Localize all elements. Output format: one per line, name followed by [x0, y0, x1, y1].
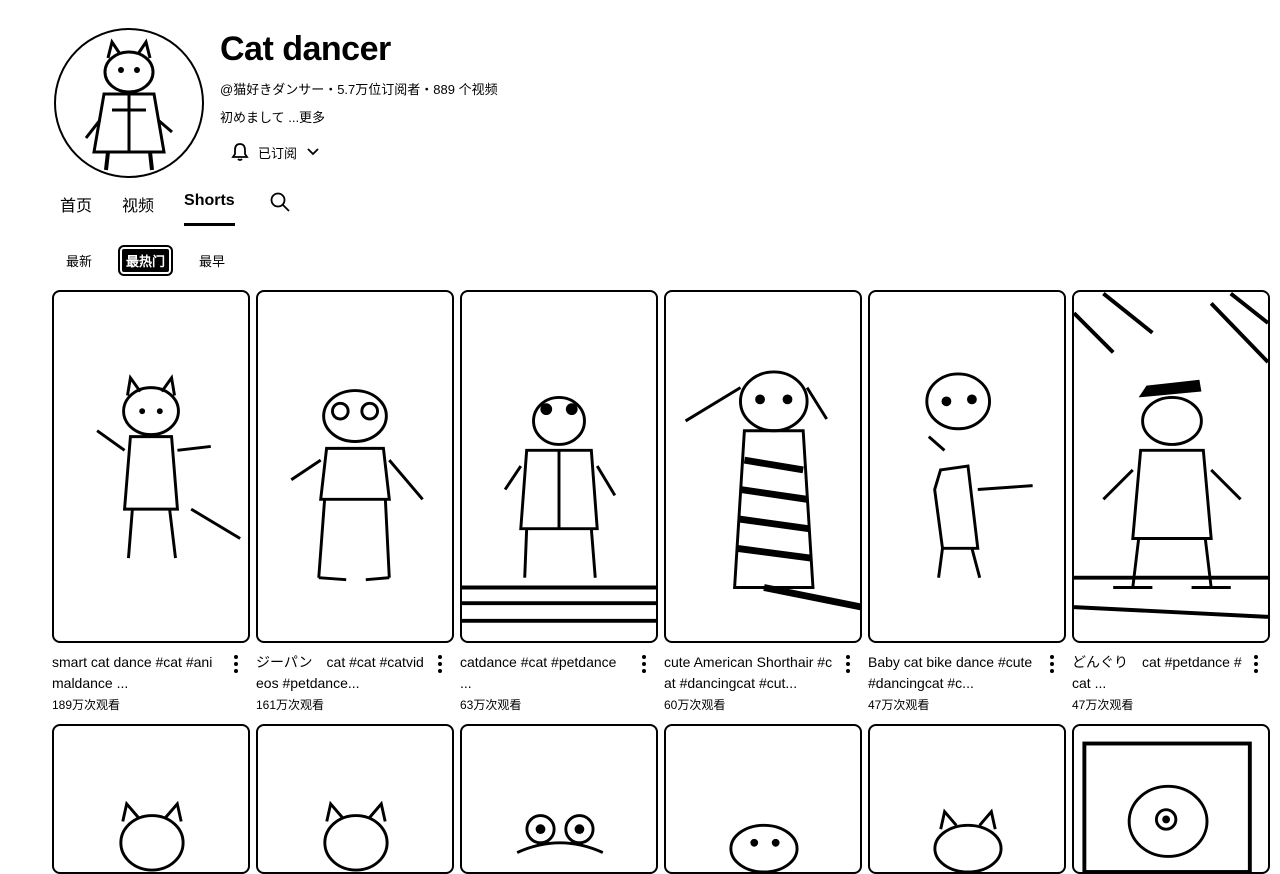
- short-card: [256, 724, 454, 874]
- short-title[interactable]: cute American Shorthair #cat #dancingcat…: [664, 652, 834, 694]
- short-views: 60万次观看: [664, 698, 726, 712]
- short-card: Baby cat bike dance #cute #dancingcat #c…: [868, 290, 1066, 714]
- short-card: [460, 724, 658, 874]
- short-views: 189万次观看: [52, 698, 121, 712]
- short-thumbnail[interactable]: [868, 724, 1066, 874]
- chevron-down-icon: [305, 144, 321, 160]
- tab-shorts[interactable]: Shorts: [184, 192, 235, 226]
- short-thumbnail[interactable]: [52, 724, 250, 874]
- short-card: catdance #cat #petdance ... 63万次观看: [460, 290, 658, 714]
- more-options-icon[interactable]: [636, 652, 652, 676]
- sort-chips: 最新 最热门 最早: [60, 245, 251, 276]
- short-card: [868, 724, 1066, 874]
- chip-popular[interactable]: 最热门: [118, 245, 174, 276]
- short-thumbnail[interactable]: [256, 290, 454, 643]
- tab-home[interactable]: 首页: [60, 192, 92, 226]
- short-title[interactable]: ジーパン cat #cat #catvideos #petdance...: [256, 652, 426, 694]
- channel-title: Cat dancer: [220, 30, 391, 68]
- more-options-icon[interactable]: [1044, 652, 1060, 676]
- subscribe-button[interactable]: 已订阅: [226, 138, 325, 166]
- short-card: どんぐり cat #petdance #cat ... 47万次观看: [1072, 290, 1270, 714]
- channel-avatar[interactable]: [54, 28, 204, 178]
- short-card: [664, 724, 862, 874]
- short-thumbnail[interactable]: [256, 724, 454, 874]
- short-views: 47万次观看: [868, 698, 930, 712]
- more-options-icon[interactable]: [840, 652, 856, 676]
- bell-icon: [230, 142, 250, 162]
- more-options-icon[interactable]: [432, 652, 448, 676]
- chip-oldest[interactable]: 最早: [193, 247, 231, 274]
- channel-description[interactable]: 初めまして ...更多: [220, 107, 325, 126]
- channel-tabs: 首页 视频 Shorts: [60, 192, 291, 228]
- short-title[interactable]: どんぐり cat #petdance #cat ...: [1072, 652, 1242, 694]
- short-card: smart cat dance #cat #animaldance ... 18…: [52, 290, 250, 714]
- short-card: [52, 724, 250, 874]
- short-title[interactable]: Baby cat bike dance #cute #dancingcat #c…: [868, 652, 1038, 694]
- short-thumbnail[interactable]: [52, 290, 250, 643]
- short-thumbnail[interactable]: [664, 724, 862, 874]
- short-card: ジーパン cat #cat #catvideos #petdance... 16…: [256, 290, 454, 714]
- short-thumbnail[interactable]: [460, 290, 658, 643]
- search-icon[interactable]: [269, 191, 291, 218]
- short-thumbnail[interactable]: [1072, 724, 1270, 874]
- more-options-icon[interactable]: [1248, 652, 1264, 676]
- short-views: 161万次观看: [256, 698, 325, 712]
- short-views: 47万次观看: [1072, 698, 1134, 712]
- short-card: [1072, 724, 1270, 874]
- subscribe-label: 已订阅: [258, 145, 298, 161]
- short-card: cute American Shorthair #cat #dancingcat…: [664, 290, 862, 714]
- short-title[interactable]: smart cat dance #cat #animaldance ...: [52, 652, 222, 694]
- chip-latest[interactable]: 最新: [60, 247, 98, 274]
- shorts-grid: smart cat dance #cat #animaldance ... 18…: [52, 290, 1270, 874]
- channel-meta: @猫好きダンサー・5.7万位订阅者・889 个视频: [220, 82, 498, 97]
- short-thumbnail[interactable]: [1072, 290, 1270, 643]
- short-thumbnail[interactable]: [460, 724, 658, 874]
- short-thumbnail[interactable]: [664, 290, 862, 643]
- short-title[interactable]: catdance #cat #petdance ...: [460, 652, 630, 694]
- more-options-icon[interactable]: [228, 652, 244, 676]
- tab-videos[interactable]: 视频: [122, 192, 154, 226]
- short-views: 63万次观看: [460, 698, 522, 712]
- short-thumbnail[interactable]: [868, 290, 1066, 643]
